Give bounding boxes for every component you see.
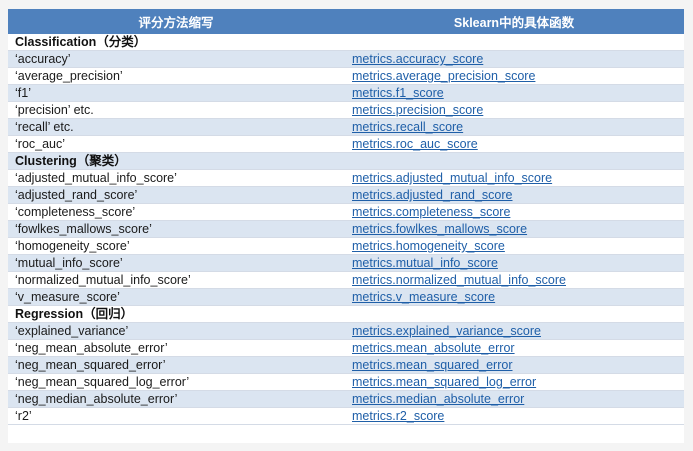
function-link[interactable]: metrics.average_precision_score [352,69,535,83]
scoring-name-cell: ‘v_measure_score’ [8,288,344,306]
scoring-name-cell: ‘neg_mean_squared_log_error’ [8,373,344,391]
table-row: ‘r2’ metrics.r2_score [8,407,684,425]
table-row: ‘fowlkes_mallows_score’ metrics.fowlkes_m… [8,220,684,238]
function-cell: metrics.mutual_info_score [344,254,684,272]
table-row: ‘v_measure_score’ metrics.v_measure_score [8,288,684,306]
function-link[interactable]: metrics.mean_squared_error [352,358,513,372]
function-link[interactable]: metrics.r2_score [352,409,444,423]
scoring-name-cell: ‘neg_median_absolute_error’ [8,390,344,408]
group-label: Regression（回归） [8,305,344,323]
table-row: ‘adjusted_mutual_info_score’ metrics.adju… [8,169,684,187]
scoring-name-cell: ‘neg_mean_absolute_error’ [8,339,344,357]
scoring-name-cell: ‘fowlkes_mallows_score’ [8,220,344,238]
function-cell: metrics.mean_squared_error [344,356,684,374]
function-link[interactable]: metrics.adjusted_mutual_info_score [352,171,552,185]
function-cell: metrics.f1_score [344,84,684,102]
scoring-name-cell: ‘f1’ [8,84,344,102]
scoring-name-cell: ‘completeness_score’ [8,203,344,221]
function-cell: metrics.accuracy_score [344,50,684,68]
scoring-table-frame: 评分方法缩写 Sklearn中的具体函数 Classification（分类） ‘… [8,9,684,443]
function-link[interactable]: metrics.adjusted_rand_score [352,188,513,202]
group-row: Clustering（聚类） [8,152,684,170]
table-row: ‘neg_mean_absolute_error’ metrics.mean_ab… [8,339,684,357]
function-cell: metrics.mean_squared_log_error [344,373,684,391]
group-row: Regression（回归） [8,305,684,323]
function-link[interactable]: metrics.accuracy_score [352,52,483,66]
function-cell: metrics.recall_score [344,118,684,136]
function-cell: metrics.average_precision_score [344,67,684,85]
table-row: ‘explained_variance’ metrics.explained_va… [8,322,684,340]
table-header: 评分方法缩写 Sklearn中的具体函数 [8,9,684,34]
function-cell: metrics.precision_score [344,101,684,119]
table-row: ‘precision’ etc. metrics.precision_score [8,101,684,119]
function-link[interactable]: metrics.roc_auc_score [352,137,478,151]
function-link[interactable]: metrics.v_measure_score [352,290,495,304]
table-row: ‘recall’ etc. metrics.recall_score [8,118,684,136]
scoring-name-cell: ‘homogeneity_score’ [8,237,344,255]
function-link[interactable]: metrics.homogeneity_score [352,239,505,253]
table-row: ‘accuracy’ metrics.accuracy_score [8,50,684,68]
header-sklearn-function: Sklearn中的具体函数 [344,9,684,34]
scoring-name-cell: ‘adjusted_mutual_info_score’ [8,169,344,187]
group-label: Clustering（聚类） [8,152,344,170]
function-cell: metrics.explained_variance_score [344,322,684,340]
scoring-name-cell: ‘roc_auc’ [8,135,344,153]
function-cell: metrics.mean_absolute_error [344,339,684,357]
function-link[interactable]: metrics.completeness_score [352,205,510,219]
scoring-name-cell: ‘r2’ [8,407,344,425]
function-cell: metrics.r2_score [344,407,684,425]
function-link[interactable]: metrics.fowlkes_mallows_score [352,222,527,236]
function-link[interactable]: metrics.explained_variance_score [352,324,541,338]
header-scoring-abbreviation: 评分方法缩写 [8,9,344,34]
header-row: 评分方法缩写 Sklearn中的具体函数 [8,9,684,34]
table-row: ‘neg_median_absolute_error’ metrics.media… [8,390,684,408]
table-row: ‘adjusted_rand_score’ metrics.adjusted_ra… [8,186,684,204]
scoring-name-cell: ‘mutual_info_score’ [8,254,344,272]
group-empty-cell [344,34,684,51]
table-row: ‘mutual_info_score’ metrics.mutual_info_s… [8,254,684,272]
table-row: ‘neg_mean_squared_log_error’ metrics.mean… [8,373,684,391]
table-row: ‘normalized_mutual_info_score’ metrics.no… [8,271,684,289]
scoring-name-cell: ‘explained_variance’ [8,322,344,340]
function-link[interactable]: metrics.mean_absolute_error [352,341,515,355]
function-link[interactable]: metrics.precision_score [352,103,483,117]
table-row: ‘homogeneity_score’ metrics.homogeneity_s… [8,237,684,255]
function-cell: metrics.median_absolute_error [344,390,684,408]
group-empty-cell [344,305,684,323]
table-row: ‘completeness_score’ metrics.completeness… [8,203,684,221]
scoring-name-cell: ‘normalized_mutual_info_score’ [8,271,344,289]
scoring-name-cell: ‘adjusted_rand_score’ [8,186,344,204]
table-row: ‘average_precision’ metrics.average_preci… [8,67,684,85]
scoring-name-cell: ‘precision’ etc. [8,101,344,119]
table-body: Classification（分类） ‘accuracy’ metrics.accu… [8,34,684,425]
function-cell: metrics.roc_auc_score [344,135,684,153]
table-row: ‘roc_auc’ metrics.roc_auc_score [8,135,684,153]
function-link[interactable]: metrics.f1_score [352,86,444,100]
group-row: Classification（分类） [8,34,684,51]
function-cell: metrics.fowlkes_mallows_score [344,220,684,238]
scoring-name-cell: ‘neg_mean_squared_error’ [8,356,344,374]
scoring-metrics-table: 评分方法缩写 Sklearn中的具体函数 Classification（分类） ‘… [8,9,684,425]
function-cell: metrics.normalized_mutual_info_score [344,271,684,289]
function-cell: metrics.adjusted_rand_score [344,186,684,204]
table-row: ‘neg_mean_squared_error’ metrics.mean_squ… [8,356,684,374]
scoring-name-cell: ‘average_precision’ [8,67,344,85]
function-link[interactable]: metrics.mutual_info_score [352,256,498,270]
function-cell: metrics.completeness_score [344,203,684,221]
scoring-name-cell: ‘recall’ etc. [8,118,344,136]
function-link[interactable]: metrics.normalized_mutual_info_score [352,273,566,287]
group-label: Classification（分类） [8,34,344,51]
function-cell: metrics.v_measure_score [344,288,684,306]
function-cell: metrics.homogeneity_score [344,237,684,255]
function-link[interactable]: metrics.median_absolute_error [352,392,524,406]
group-empty-cell [344,152,684,170]
function-cell: metrics.adjusted_mutual_info_score [344,169,684,187]
function-link[interactable]: metrics.mean_squared_log_error [352,375,536,389]
scoring-name-cell: ‘accuracy’ [8,50,344,68]
function-link[interactable]: metrics.recall_score [352,120,463,134]
table-row: ‘f1’ metrics.f1_score [8,84,684,102]
